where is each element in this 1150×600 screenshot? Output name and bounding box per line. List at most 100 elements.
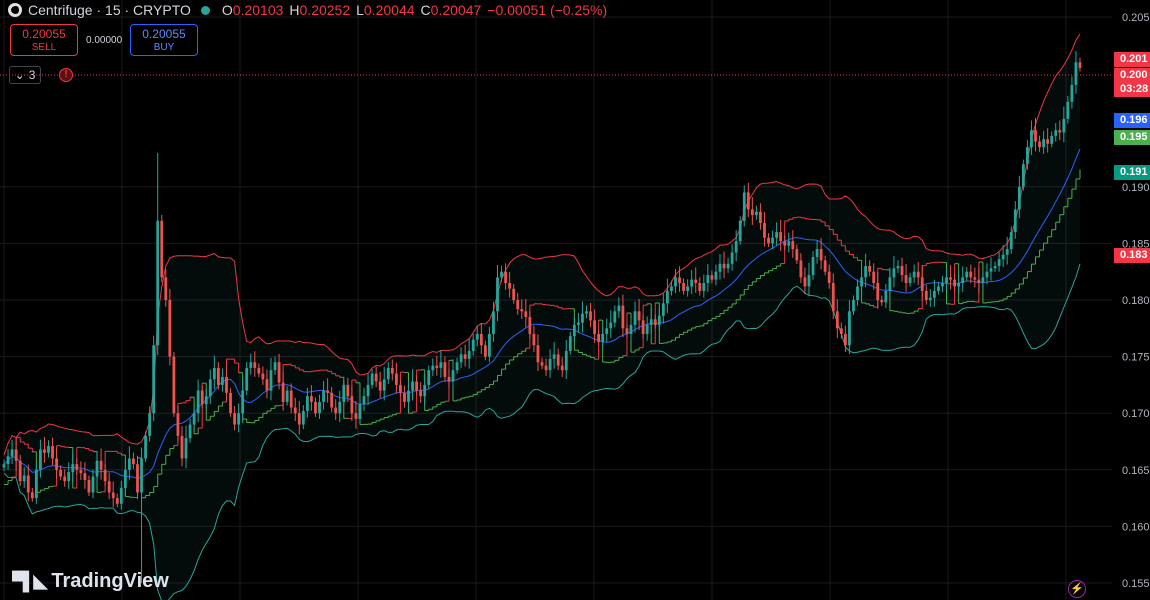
candle-body [552,354,556,359]
candle-body [277,362,281,383]
candle-body [609,322,613,329]
candle-body [710,275,714,280]
candle-body [99,460,103,470]
candle-body [726,263,730,269]
candle-body [123,469,127,488]
candle-body [908,277,912,284]
sell-button[interactable]: 0.20055 SELL [10,24,78,56]
candle-body [637,311,641,321]
price-tag: 0.196 [1114,113,1150,128]
candle-body [455,362,459,371]
candle-body [1062,118,1066,133]
candle-body [706,275,710,284]
candle-body [767,237,770,244]
candle-body [775,232,779,238]
candle-body [10,449,14,457]
candle-body [835,311,839,329]
lightning-icon[interactable]: ⚡ [1068,580,1086,598]
band-fill [4,34,1080,600]
candle-body [257,367,261,374]
candle-body [892,268,896,278]
candle-body [338,401,342,414]
candle-body [310,396,313,402]
candle-body [415,381,419,391]
sell-price: 0.20055 [22,27,66,41]
price-tag: 03:28 [1114,82,1150,97]
candle-body [192,413,196,425]
candle-body [342,384,346,402]
candle-body [281,382,285,402]
candle-body [95,460,99,477]
candle-body [799,260,803,278]
candle-body [43,449,46,453]
candle-body [237,413,241,425]
candle-body [807,275,811,287]
candle-body [334,407,338,414]
candle-body [1021,164,1025,187]
symbol-title[interactable]: Centrifuge · 15 · CRYPTO [28,2,191,18]
candle-body [326,390,330,393]
candle-body [508,283,512,289]
candle-body [435,365,439,368]
candle-body [787,241,791,246]
candle-body [698,283,702,291]
candle-body [641,320,645,334]
candle-body [957,283,961,287]
candle-body [690,279,694,287]
indicators-toggle-button[interactable]: ⌄ 3 [9,66,41,84]
candle-body [585,311,588,314]
buy-button[interactable]: 0.20055 BUY [130,24,198,56]
candle-body [451,370,455,382]
candle-body [127,458,131,470]
candle-body [649,319,653,325]
candle-body [83,473,87,480]
price-chart[interactable]: 0.2050.1900.1850.1800.1750.1700.1650.160… [0,0,1150,600]
candle-body [540,362,544,366]
candle-body [876,283,880,300]
candle-body [1070,84,1074,102]
candle-body [107,481,111,493]
candle-body [815,249,819,257]
centrifuge-logo-icon [8,3,22,17]
candle-body [763,223,766,238]
alert-icon[interactable]: ! [59,68,73,82]
candle-body [661,303,665,316]
candle-body [1013,209,1017,233]
candle-body [633,311,637,325]
price-tag: 0.191 [1114,165,1150,180]
candle-body [1005,249,1009,255]
candle-body [87,480,91,493]
market-status-icon [200,5,210,15]
close-value: 0.20047 [430,2,482,18]
candle-body [51,446,54,459]
price-tick-label: 0.205 [1122,12,1150,24]
price-tick-label: 0.180 [1122,295,1150,307]
candle-body [674,277,677,287]
candle-body [520,309,524,312]
candle-body [560,365,564,371]
candle-body [500,271,503,278]
candle-body [888,277,892,291]
candle-body [411,381,414,391]
candle-body [989,268,993,272]
candle-body [1074,62,1078,85]
candle-body [354,413,358,419]
candle-body [1038,141,1041,148]
candle-body [532,333,536,346]
candle-body [548,358,552,371]
candle-body [839,328,843,334]
candle-body [1046,139,1050,144]
price-tag: 0.195 [1114,130,1150,145]
tradingview-logo[interactable]: ▀▌◣ TradingView [12,570,169,593]
candle-body [516,300,520,310]
candle-body [997,259,1001,267]
candle-body [463,354,467,359]
candle-body [459,354,463,363]
chevron-down-icon: ⌄ [14,68,25,82]
close-label: C [420,2,431,18]
candle-body [6,456,10,465]
candle-body [597,333,601,342]
candle-body [746,192,750,210]
price-tick-label: 0.170 [1122,408,1150,420]
low-value: 0.20044 [363,2,415,18]
